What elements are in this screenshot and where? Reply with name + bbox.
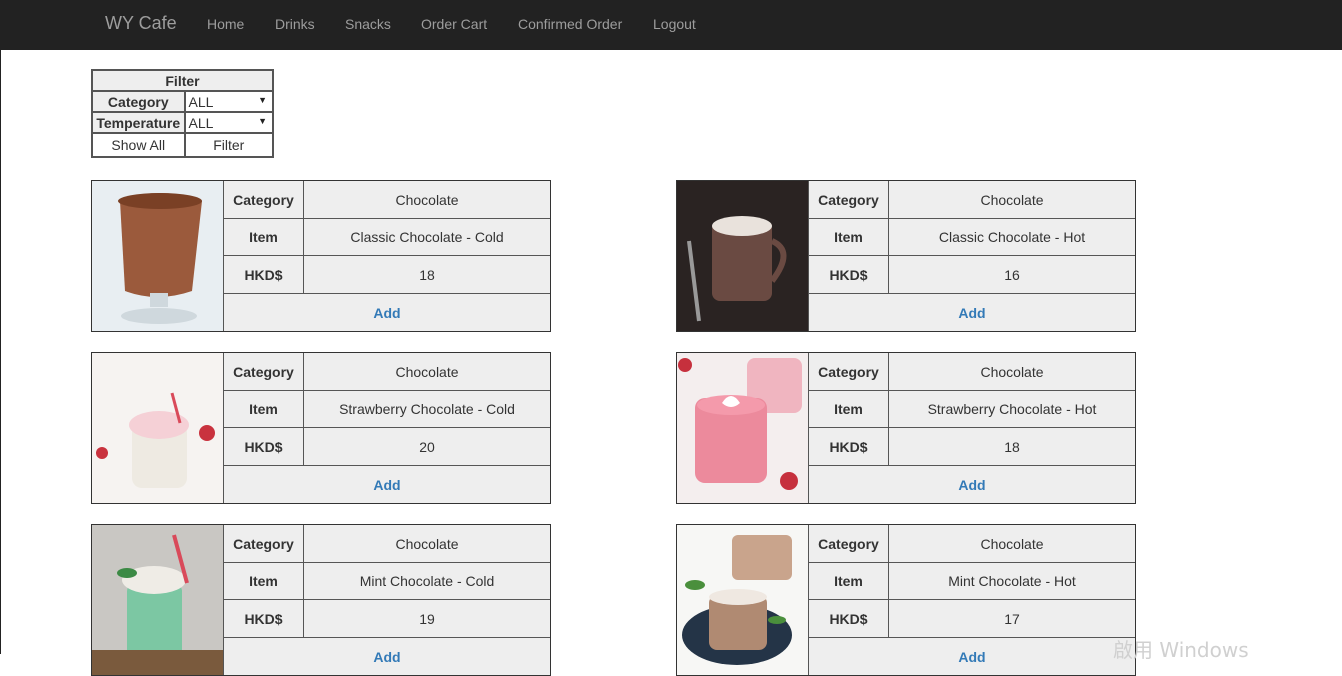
show-all-button[interactable]: Show All [92, 133, 185, 157]
price-key: HKD$ [809, 428, 889, 465]
category-key: Category [809, 181, 889, 218]
add-button[interactable]: Add [809, 466, 1135, 503]
category-value: Chocolate [395, 535, 459, 552]
nav-logout[interactable]: Logout [653, 16, 696, 32]
category-key: Category [224, 525, 304, 562]
product-image [677, 181, 808, 331]
product-image [92, 181, 223, 331]
price-value: 19 [419, 610, 435, 627]
category-select[interactable]: ALL ▼ [184, 91, 273, 112]
item-value: Mint Chocolate - Hot [948, 572, 1076, 589]
price-value: 16 [1004, 266, 1020, 283]
product-image [92, 525, 223, 675]
item-value: Classic Chocolate - Hot [938, 228, 1086, 245]
item-key: Item [224, 218, 304, 255]
price-key: HKD$ [809, 256, 889, 293]
temperature-select-value: ALL [188, 114, 214, 131]
item-value: Mint Chocolate - Cold [359, 572, 495, 589]
price-key: HKD$ [224, 256, 304, 293]
price-value: 18 [1004, 438, 1020, 455]
item-key: Item [809, 218, 889, 255]
nav-order-cart[interactable]: Order Cart [421, 16, 487, 32]
temperature-select[interactable]: ALL ▼ [184, 112, 273, 133]
product-image [677, 525, 808, 675]
temperature-label: Temperature [92, 112, 185, 133]
item-key: Item [809, 390, 889, 427]
price-value: 18 [419, 266, 435, 283]
item-value: Strawberry Chocolate - Hot [927, 400, 1097, 417]
brand-link[interactable]: WY Cafe [105, 13, 177, 34]
price-key: HKD$ [224, 428, 304, 465]
product-image [92, 353, 223, 503]
window-left-edge [0, 0, 1, 654]
add-button[interactable]: Add [809, 638, 1135, 675]
product-card: Category Chocolate Item Mint Chocolate - H… [676, 524, 1136, 676]
item-key: Item [224, 562, 304, 599]
category-select-value: ALL [188, 93, 214, 110]
category-value: Chocolate [395, 191, 459, 208]
navbar: WY Cafe Home Drinks Snacks Order Cart Co… [0, 0, 1342, 50]
price-key: HKD$ [224, 600, 304, 637]
nav-home[interactable]: Home [207, 16, 244, 32]
item-key: Item [224, 390, 304, 427]
dropdown-arrow-icon: ▼ [258, 95, 267, 105]
category-key: Category [224, 353, 304, 390]
nav-snacks[interactable]: Snacks [345, 16, 391, 32]
product-image [677, 353, 808, 503]
item-key: Item [809, 562, 889, 599]
item-value: Classic Chocolate - Cold [350, 228, 504, 245]
product-card: Category Chocolate Item Strawberry Chocola… [676, 352, 1136, 504]
add-button[interactable]: Add [224, 466, 550, 503]
add-button[interactable]: Add [224, 294, 550, 331]
category-value: Chocolate [395, 363, 459, 380]
nav-confirmed-order[interactable]: Confirmed Order [518, 16, 622, 32]
dropdown-arrow-icon: ▼ [258, 116, 267, 126]
product-card: Category Chocolate Item Classic Chocolate … [91, 180, 551, 332]
price-key: HKD$ [809, 600, 889, 637]
add-button[interactable]: Add [224, 638, 550, 675]
price-value: 17 [1004, 610, 1020, 627]
category-value: Chocolate [980, 535, 1044, 552]
product-card: Category Chocolate Item Strawberry Chocola… [91, 352, 551, 504]
category-value: Chocolate [980, 191, 1044, 208]
item-value: Strawberry Chocolate - Cold [339, 400, 515, 417]
product-card: Category Chocolate Item Mint Chocolate - C… [91, 524, 551, 676]
category-label: Category [92, 91, 185, 112]
category-key: Category [809, 353, 889, 390]
product-card: Category Chocolate Item Classic Chocolate … [676, 180, 1136, 332]
windows-activation-watermark: 啟用 Windows [1113, 638, 1249, 662]
category-key: Category [809, 525, 889, 562]
filter-button[interactable]: Filter [184, 133, 273, 157]
add-button[interactable]: Add [809, 294, 1135, 331]
category-key: Category [224, 181, 304, 218]
filter-table: Filter Category ALL ▼ Temperature ALL ▼ … [91, 69, 274, 158]
filter-title: Filter [92, 70, 273, 91]
price-value: 20 [419, 438, 435, 455]
category-value: Chocolate [980, 363, 1044, 380]
nav-drinks[interactable]: Drinks [275, 16, 315, 32]
